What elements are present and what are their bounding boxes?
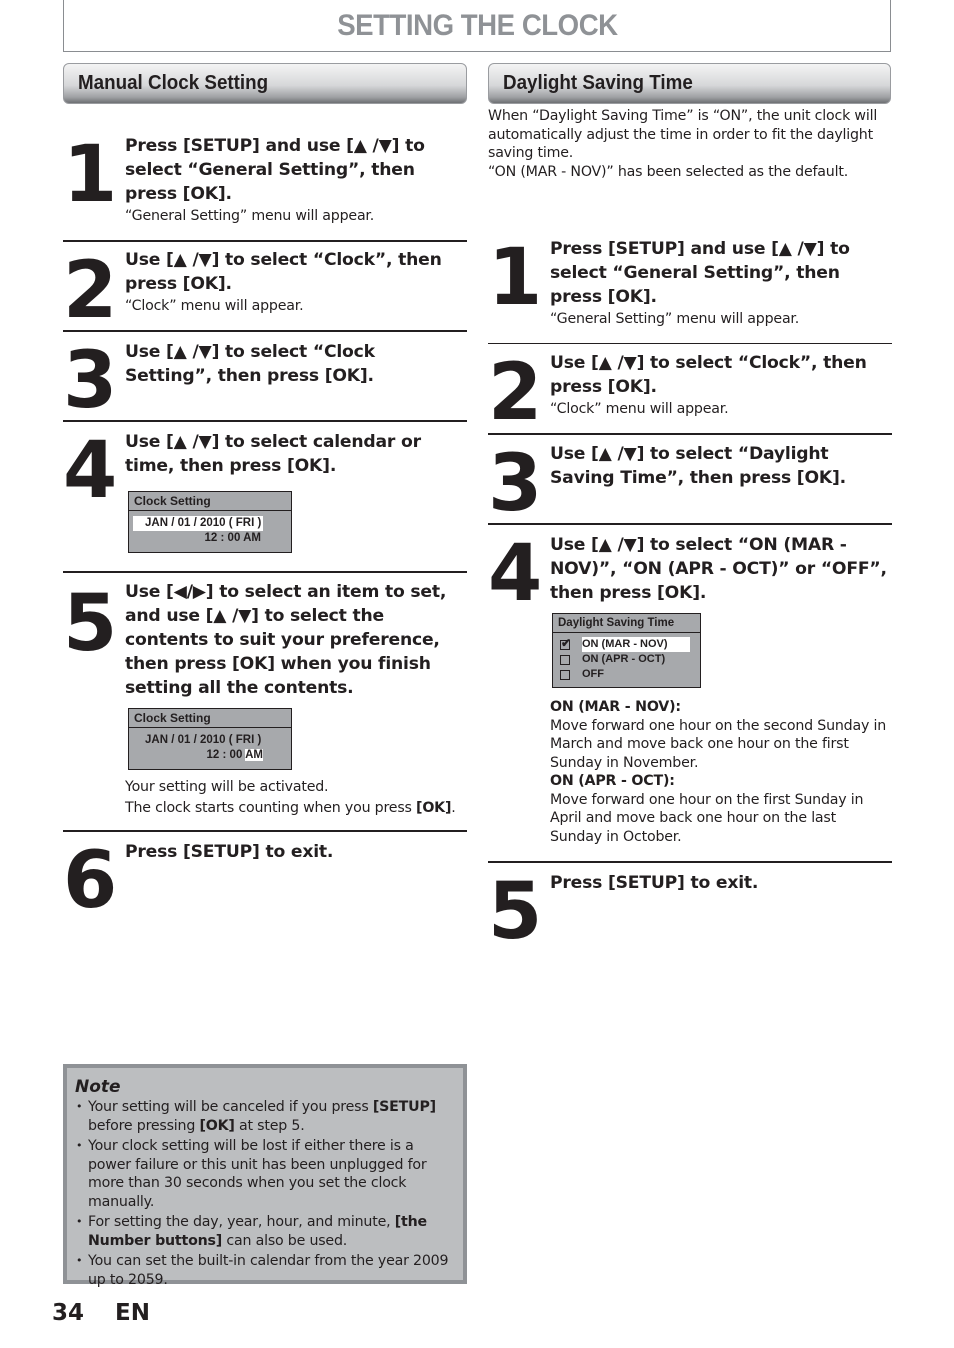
step-title: Use [▲ /▼] to select “Daylight Saving Ti… xyxy=(550,444,846,488)
step-number: 1 xyxy=(63,130,117,220)
manual-step-5: 5 Use [◀/▶] to select an item to set, an… xyxy=(63,571,467,831)
step-title: Use [▲ /▼] to select calendar or time, t… xyxy=(125,432,421,476)
step-number: 6 xyxy=(63,836,117,926)
step-title: Use [▲ /▼] to select “Clock”, then press… xyxy=(550,353,867,397)
manual-step-6: 6 Press [SETUP] to exit. xyxy=(63,830,467,920)
explain-text: Move forward one hour on the first Sunda… xyxy=(550,791,864,845)
dst-step-5: 5 Press [SETUP] to exit. xyxy=(488,861,892,951)
dst-osd: Daylight Saving Time ✔ ON (MAR - NOV) ON (… xyxy=(552,613,701,688)
checkbox-icon xyxy=(560,654,570,665)
manual-step-3: 3 Use [▲ /▼] to select “Clock Setting”, … xyxy=(63,330,467,420)
step-number: 2 xyxy=(488,348,542,438)
step-number: 3 xyxy=(488,439,542,529)
section-header-manual-clock: Manual Clock Setting xyxy=(63,63,467,104)
osd-date: JAN / 01 / 2010 ( FRI ) xyxy=(133,516,263,531)
osd-title: Clock Setting xyxy=(129,492,291,511)
step-number: 2 xyxy=(63,246,117,336)
dst-step-3: 3 Use [▲ /▼] to select “Daylight Saving … xyxy=(488,433,892,523)
manual-step-2: 2 Use [▲ /▼] to select “Clock”, then pre… xyxy=(63,240,467,330)
checkbox-icon xyxy=(560,669,570,680)
step-number: 5 xyxy=(488,867,542,957)
clock-setting-osd-am: Clock Setting JAN / 01 / 2010 ( FRI ) 12… xyxy=(128,708,292,770)
osd-date: JAN / 01 / 2010 ( FRI ) xyxy=(145,734,262,746)
step-title: Press [SETUP] and use [▲ /▼] to select “… xyxy=(125,136,425,204)
step-desc-line: The clock starts counting when you press… xyxy=(125,800,456,816)
step-title: Press [SETUP] to exit. xyxy=(550,873,759,893)
step-title: Press [SETUP] to exit. xyxy=(125,842,334,862)
dst-step-4: 4 Use [▲ /▼] to select “ON (MAR - NOV)”,… xyxy=(488,523,892,861)
page-title-box: SETTING THE CLOCK xyxy=(63,0,891,52)
step-desc: “General Setting” menu will appear. xyxy=(550,311,800,327)
osd-title: Clock Setting xyxy=(129,709,291,728)
dst-explanations: ON (MAR - NOV): Move forward one hour on… xyxy=(550,698,892,846)
step-title: Press [SETUP] and use [▲ /▼] to select “… xyxy=(550,239,850,307)
step-title: Use [▲ /▼] to select “Clock Setting”, th… xyxy=(125,342,375,386)
clock-setting-osd: Clock Setting JAN / 01 / 2010 ( FRI ) 12… xyxy=(128,491,292,553)
dst-step-2: 2 Use [▲ /▼] to select “Clock”, then pre… xyxy=(488,343,892,433)
checked-box-icon: ✔ xyxy=(560,635,572,650)
note-box: Note Your setting will be canceled if yo… xyxy=(63,1064,467,1288)
intro-text: When “Daylight Saving Time” is “ON”, the… xyxy=(488,108,878,161)
intro-default: “ON (MAR - NOV)” has been selected as th… xyxy=(488,163,849,180)
step-desc: “Clock” menu will appear. xyxy=(550,401,729,417)
step-title: Use [▲ /▼] to select “Clock”, then press… xyxy=(125,250,442,294)
step-desc-line: Your setting will be activated. xyxy=(125,779,329,795)
section-title: Daylight Saving Time xyxy=(503,72,693,94)
manual-step-1: 1 Press [SETUP] and use [▲ /▼] to select… xyxy=(63,132,467,238)
osd-title: Daylight Saving Time xyxy=(553,614,700,633)
step-title: Use [◀/▶] to select an item to set, and … xyxy=(125,582,447,698)
dst-intro: When “Daylight Saving Time” is “ON”, the… xyxy=(488,107,888,181)
dst-option: ON (APR - OCT) xyxy=(553,652,700,667)
explain-term: ON (MAR - NOV): xyxy=(550,699,681,715)
osd-time: 12 : 00 AM xyxy=(204,532,261,544)
note-item: Your setting will be canceled if you pre… xyxy=(75,1098,455,1135)
step-number: 5 xyxy=(63,579,117,669)
note-title: Note xyxy=(75,1077,121,1097)
step-number: 1 xyxy=(488,233,542,323)
page-number: 34 xyxy=(52,1300,85,1326)
manual-step-4: 4 Use [▲ /▼] to select calendar or time,… xyxy=(63,420,467,570)
explain-text: Move forward one hour on the second Sund… xyxy=(550,717,886,771)
osd-time: 12 : 00 AM xyxy=(129,748,291,763)
note-item: Your clock setting will be lost if eithe… xyxy=(75,1137,455,1211)
section-title: Manual Clock Setting xyxy=(78,72,269,94)
page-title: SETTING THE CLOCK xyxy=(336,9,618,42)
explain-term: ON (APR - OCT): xyxy=(550,773,675,789)
dst-option: OFF xyxy=(553,667,700,682)
step-desc: “Clock” menu will appear. xyxy=(125,298,304,314)
option-label: OFF xyxy=(582,668,604,680)
section-header-dst: Daylight Saving Time xyxy=(488,63,891,104)
dst-step-1: 1 Press [SETUP] and use [▲ /▼] to select… xyxy=(488,235,892,341)
step-title: Use [▲ /▼] to select “ON (MAR - NOV)”, “… xyxy=(550,535,887,603)
language-code: EN xyxy=(115,1300,150,1326)
osd-ampm-highlight: AM xyxy=(245,749,263,761)
step-desc: “General Setting” menu will appear. xyxy=(125,208,375,224)
option-label: ON (MAR - NOV) xyxy=(582,637,690,652)
option-label: ON (APR - OCT) xyxy=(582,653,666,665)
step-number: 4 xyxy=(488,529,542,619)
step-desc: Your setting will be activated. The cloc… xyxy=(125,777,456,818)
dst-option: ✔ ON (MAR - NOV) xyxy=(553,635,700,652)
step-number: 3 xyxy=(63,336,117,426)
note-item: For setting the day, year, hour, and min… xyxy=(75,1213,455,1250)
osd-time-value: 12 : 00 xyxy=(206,749,246,761)
step-number: 4 xyxy=(63,426,117,516)
note-item: You can set the built-in calendar from t… xyxy=(75,1252,455,1289)
